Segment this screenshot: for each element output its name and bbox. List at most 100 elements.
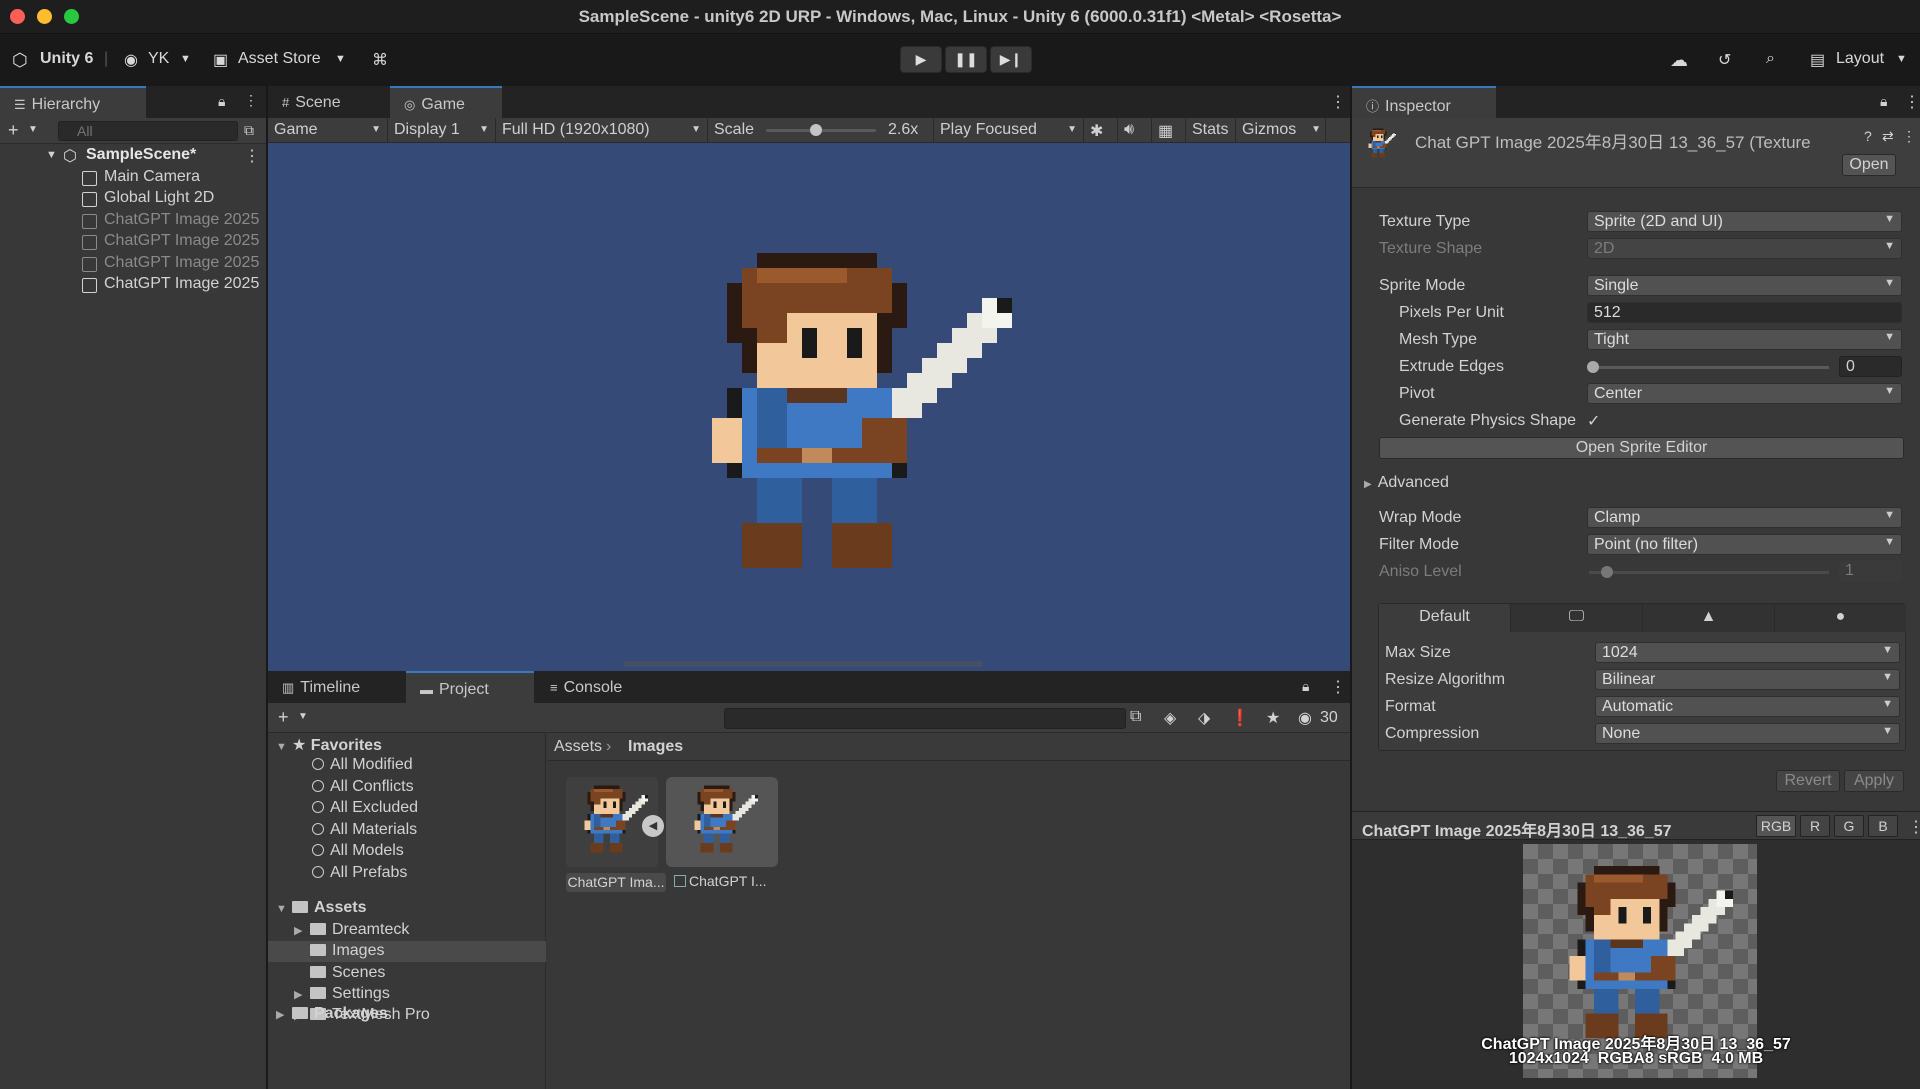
breadcrumb-images[interactable]: Images xyxy=(628,738,683,756)
pixels-per-unit-input[interactable]: 512 xyxy=(1587,302,1902,323)
scene-row[interactable]: ▼ ⬡ SampleScene* ⋮ xyxy=(0,146,266,167)
scene-menu-icon[interactable]: ⋮ xyxy=(244,146,260,166)
scale-slider-knob[interactable] xyxy=(809,124,822,136)
search-icon[interactable]: ⌕ xyxy=(1766,50,1775,68)
asset-label[interactable]: ChatGPT Ima... xyxy=(566,873,666,892)
channel-b-button[interactable]: B xyxy=(1868,815,1898,837)
keyboard-icon[interactable]: ▦ xyxy=(1152,118,1186,143)
expand-arrow-icon[interactable]: ▶ xyxy=(294,924,304,937)
advanced-foldout[interactable]: ▶ Advanced xyxy=(1364,474,1449,492)
step-button[interactable]: ▶❙ xyxy=(990,46,1032,73)
horizontal-scrollbar[interactable] xyxy=(623,661,983,667)
game-viewport[interactable] xyxy=(268,143,1350,671)
bug-icon[interactable]: ✱ xyxy=(1084,118,1118,143)
android-platform-icon[interactable]: ▲ xyxy=(1643,604,1775,632)
open-button[interactable]: Open xyxy=(1842,154,1896,176)
generate-physics-checkbox[interactable]: ✓ xyxy=(1587,411,1600,431)
project-search-input[interactable] xyxy=(724,708,1126,729)
eye-icon[interactable]: ◉ xyxy=(1298,708,1312,728)
hierarchy-search-input[interactable] xyxy=(58,121,238,141)
texture-type-dropdown[interactable]: Sprite (2D and UI) ▼ xyxy=(1587,211,1902,232)
folder-item[interactable]: Images xyxy=(294,942,384,960)
display-dropdown[interactable]: Display 1 ▼ xyxy=(388,118,496,143)
mesh-type-dropdown[interactable]: Tight ▼ xyxy=(1587,329,1902,350)
more-menu-icon[interactable]: ⋮ xyxy=(1330,92,1346,112)
desktop-platform-icon[interactable]: 🖵 xyxy=(1511,604,1643,632)
packages-header[interactable]: ▶ Packages xyxy=(276,1005,388,1023)
collapse-arrow-icon[interactable]: ◀ xyxy=(642,815,664,837)
folder-item[interactable]: ▶ Settings xyxy=(294,985,390,1003)
resolution-dropdown[interactable]: Full HD (1920x1080) ▼ xyxy=(496,118,708,143)
cloud-icon[interactable]: ☁ xyxy=(1670,50,1688,71)
hierarchy-item[interactable]: ChatGPT Image 2025 xyxy=(0,275,266,296)
extrude-edges-input[interactable]: 0 xyxy=(1839,356,1902,377)
game-view-dropdown[interactable]: Game ▼ xyxy=(268,118,388,143)
expand-arrow-icon[interactable]: ▼ xyxy=(46,149,57,161)
tab-inspector[interactable]: ⓘ Inspector xyxy=(1352,86,1496,118)
add-icon[interactable]: + xyxy=(278,707,289,728)
tab-game[interactable]: ◎ Game xyxy=(390,86,502,118)
search-by-type-icon[interactable]: ⧉ xyxy=(1130,708,1141,726)
favorite-item[interactable]: All Materials xyxy=(312,821,417,839)
assets-header[interactable]: ▼ Assets xyxy=(276,899,366,917)
audio-icon[interactable]: 🔊︎ xyxy=(1118,118,1152,143)
filter-type-icon[interactable]: ◈ xyxy=(1164,708,1176,728)
wrap-mode-dropdown[interactable]: Clamp ▼ xyxy=(1587,507,1902,528)
star-icon[interactable]: ★ xyxy=(1266,708,1280,728)
tab-hierarchy[interactable]: ☰ Hierarchy xyxy=(0,86,146,118)
tab-console[interactable]: ≡ Console xyxy=(536,671,656,703)
more-menu-icon[interactable]: ⋮ xyxy=(244,92,258,109)
pivot-dropdown[interactable]: Center ▼ xyxy=(1587,383,1902,404)
filter-mode-dropdown[interactable]: Point (no filter) ▼ xyxy=(1587,534,1902,555)
label-icon[interactable]: ⬗ xyxy=(1198,708,1210,728)
help-icon[interactable]: ? xyxy=(1864,128,1872,144)
favorite-item[interactable]: All Excluded xyxy=(312,799,418,817)
tab-scene[interactable]: # Scene xyxy=(268,86,388,118)
channel-r-button[interactable]: R xyxy=(1800,815,1830,837)
sprite-label[interactable]: ChatGPT I... xyxy=(674,873,784,892)
max-size-dropdown[interactable]: 1024 ▼ xyxy=(1595,642,1900,663)
presets-icon[interactable]: ⇄ xyxy=(1882,128,1894,145)
resize-algorithm-dropdown[interactable]: Bilinear ▼ xyxy=(1595,669,1900,690)
tab-project[interactable]: ▬ Project xyxy=(406,671,534,703)
favorite-item[interactable]: All Prefabs xyxy=(312,864,407,882)
warning-icon[interactable]: ❗ xyxy=(1230,708,1250,728)
favorite-item[interactable]: All Modified xyxy=(312,756,413,774)
channel-rgb-button[interactable]: RGB xyxy=(1756,815,1796,837)
version-control-icon[interactable]: ⌘ xyxy=(372,50,388,70)
sprite-mode-dropdown[interactable]: Single ▼ xyxy=(1587,275,1902,296)
format-dropdown[interactable]: Automatic ▼ xyxy=(1595,696,1900,717)
more-menu-icon[interactable]: ⋮ xyxy=(1902,128,1916,145)
lock-icon[interactable]: 🔒︎ xyxy=(1880,93,1887,110)
hierarchy-item[interactable]: Global Light 2D xyxy=(0,189,266,210)
gizmos-button[interactable]: Gizmos ▼ xyxy=(1236,118,1326,143)
pause-button[interactable]: ❚❚ xyxy=(945,46,987,73)
favorite-item[interactable]: All Models xyxy=(312,842,404,860)
tab-timeline[interactable]: ▥ Timeline xyxy=(268,671,404,703)
sprite-thumbnail[interactable] xyxy=(666,777,778,867)
hierarchy-item[interactable]: Main Camera xyxy=(0,168,266,189)
open-sprite-editor-button[interactable]: Open Sprite Editor xyxy=(1379,437,1904,459)
extrude-slider-track[interactable] xyxy=(1589,366,1829,369)
favorites-header[interactable]: ▼ ★ Favorites xyxy=(276,735,382,755)
favorite-item[interactable]: All Conflicts xyxy=(312,778,414,796)
lock-icon[interactable]: 🔒︎ xyxy=(218,93,225,110)
asset-store-dropdown[interactable]: Asset Store xyxy=(238,50,321,68)
revert-button[interactable]: Revert xyxy=(1776,770,1840,792)
more-menu-icon[interactable]: ⋮ xyxy=(1908,817,1920,837)
layout-dropdown[interactable]: Layout xyxy=(1836,50,1884,68)
stats-button[interactable]: Stats xyxy=(1186,118,1236,143)
breadcrumb-assets[interactable]: Assets xyxy=(554,738,602,756)
lock-icon[interactable]: 🔒︎ xyxy=(1302,678,1309,695)
add-icon[interactable]: + xyxy=(8,120,19,141)
hierarchy-item[interactable]: ChatGPT Image 2025 xyxy=(0,254,266,275)
more-menu-icon[interactable]: ⋮ xyxy=(1330,677,1346,697)
history-icon[interactable]: ↺ xyxy=(1718,50,1731,70)
tab-default-platform[interactable]: Default xyxy=(1379,604,1511,632)
hierarchy-item[interactable]: ChatGPT Image 2025 xyxy=(0,211,266,232)
expand-arrow-icon[interactable]: ▶ xyxy=(294,988,304,1001)
account-icon[interactable]: ◉ xyxy=(124,50,138,70)
apply-button[interactable]: Apply xyxy=(1844,770,1904,792)
compression-dropdown[interactable]: None ▼ xyxy=(1595,723,1900,744)
hierarchy-item[interactable]: ChatGPT Image 2025 xyxy=(0,232,266,253)
